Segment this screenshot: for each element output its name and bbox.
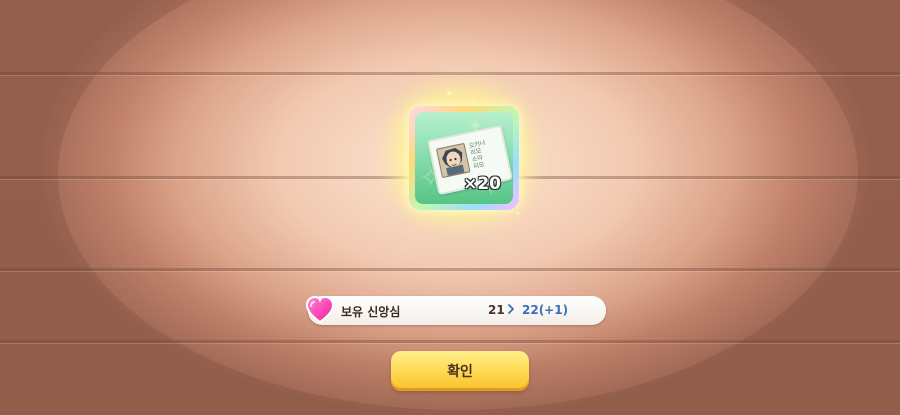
portrait-icon [435,142,471,179]
faith-current-value: 21 [488,303,505,317]
character-face-icon [437,143,470,177]
wood-plank-line [0,268,900,271]
faith-progress-panel: 보유 신앙심 21 22(+1) [305,295,606,325]
ticket-text-block: 오키나 리모 소마 리모 [468,137,501,171]
heart-icon [305,295,335,324]
faith-label: 보유 신앙심 [341,305,401,319]
heart-gem-icon [304,294,336,326]
sparkle-icon: ✦ [515,210,521,218]
wood-plank-line [0,340,900,343]
faith-next-value: 22(+1) [522,303,569,317]
chevron-right-icon [508,304,514,314]
reward-popup-scene: ✦ ✦ ✦ ✦ ✧ ✦ ✧ [0,0,900,415]
reward-item-card: ✧ ✦ ✧ 오키나 리모 소마 리모 ×20 [409,106,519,210]
reward-quantity: ×20 [463,174,501,194]
confirm-button[interactable]: 확인 [391,351,529,391]
wood-plank-line [0,72,900,75]
sparkle-icon: ✦ [445,89,454,100]
reward-item-inner: ✧ ✦ ✧ 오키나 리모 소마 리모 ×20 [415,112,513,204]
